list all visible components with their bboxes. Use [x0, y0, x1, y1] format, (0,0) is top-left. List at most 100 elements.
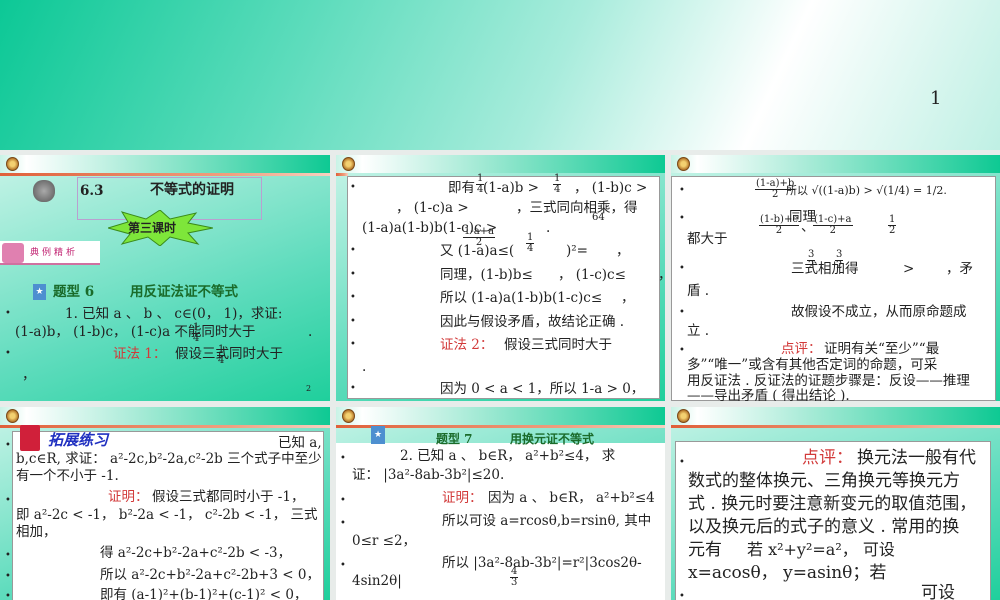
page-number: 1 [930, 88, 942, 109]
text: 以及换元后的式子的意义 . 常用的换 [688, 517, 960, 537]
text: > [903, 261, 915, 277]
text: 有一个不小于 -1. [16, 468, 119, 484]
text: 元有 [688, 540, 722, 560]
text: ， [658, 267, 665, 283]
text: 用反证法 . 反证法的证题步骤是：反设——推理 [687, 373, 970, 389]
slide-number: 2 [306, 384, 312, 393]
bullet: • [340, 453, 346, 464]
logo-icon [677, 409, 690, 423]
bullet: • [350, 245, 356, 256]
text: 因为 0 < a < 1，所以 1-a > 0， [440, 381, 645, 397]
bullet: • [350, 339, 356, 350]
text: 所以 a²-2c+b²-2a+c²-2b+3 < 0， [100, 567, 320, 583]
text: 已知 a, [278, 435, 322, 451]
text: 三式相加得 [791, 261, 859, 277]
text: ，三式同向相乘，得 [516, 200, 638, 216]
period: . [308, 324, 313, 340]
comment-label: 点评： [781, 341, 822, 357]
star-icon: ★ [371, 426, 385, 444]
text: 因此与假设矛盾，故结论正确 . [440, 314, 625, 330]
bullet: • [5, 591, 11, 600]
bullet: • [679, 185, 685, 196]
text: 得 a²-2c+b²-2a+c²-2b < -3， [100, 545, 292, 561]
bullet: • [5, 308, 11, 319]
text: 所以 |3a²-8ab-3b²|=r²|3cos2θ- [442, 555, 642, 571]
text: . [362, 359, 367, 375]
proof-label: 证法 1： [113, 346, 167, 362]
text: 所以 (1-a)a(1-b)b(1-c)c≤ [440, 290, 603, 306]
bullet: • [340, 495, 346, 506]
bullet: • [340, 560, 346, 571]
section-number: 6.3 [80, 183, 104, 199]
bullet: • [679, 457, 685, 468]
problem-type: 题型 7 [436, 432, 473, 446]
slide-header [0, 155, 330, 173]
text: 同理，(1-b)b≤ [440, 267, 533, 283]
text: ， (1-b)c > [574, 180, 648, 196]
bullet: • [679, 591, 685, 600]
text: 多”“唯一”或含有其他否定词的命题，可采 [687, 357, 938, 373]
problem-type: 题型 6 [53, 284, 95, 300]
text: 即 a²-2c < -1， b²-2a < -1， c²-2b < -1， 三式 [16, 507, 318, 523]
lesson-label: 第三课时 [128, 221, 177, 235]
text: 证： |3a²-8ab-3b²|≤20. [352, 467, 505, 483]
slide-thumbnail-6[interactable]: ★ 题型 7 用换元证不等式 • 2. 已知 a 、 b∈R， a²+b²≤4，… [336, 407, 665, 600]
problem-text: (1-a)b， (1-b)c， (1-c)a 不能同时大于 [15, 324, 256, 340]
text: ， [616, 243, 630, 259]
section-banner: 典例精析 [0, 241, 100, 265]
bullet: • [350, 269, 356, 280]
bullet: • [679, 345, 685, 356]
slide-thumbnail-7[interactable]: • 点评： 换元法一般有代 数式的整体换元、三角换元等换元方 式 . 换元时要注… [671, 407, 1000, 600]
fraction-den: 2 [775, 225, 783, 236]
text: 所以可设 a=rcosθ,b=rsinθ, 其中 [442, 513, 652, 529]
bullet: • [5, 550, 11, 561]
text: 即有 (a-1)²+(b-1)²+(c-1)² < 0， [100, 587, 308, 600]
text: ——导出矛盾 ( 得出结论 ). [687, 388, 850, 401]
text: 2. 已知 a 、 b∈R， a²+b²≤4， 求 [400, 448, 616, 464]
text: 4sin2θ| [352, 573, 402, 589]
fraction-den: 3 [511, 577, 518, 588]
apple-icon [33, 180, 55, 202]
logo-icon [6, 157, 19, 171]
text: 0≤r ≤2， [352, 533, 417, 549]
slide-thumbnail-3[interactable]: • 即有 14 (1-a)b > 14 ， (1-b)c > ， (1-c)a … [336, 155, 665, 401]
bullet: • [350, 182, 356, 193]
bullet: • [5, 495, 11, 506]
text: 64 [592, 212, 605, 223]
proof-label: 证法 2： [440, 337, 494, 353]
text: 相加， [16, 524, 57, 540]
text: 可设 [921, 583, 955, 600]
text: 数式的整体换元、三角换元等换元方 [688, 471, 960, 491]
slide-thumbnail-5[interactable]: • 拓展练习 已知 a, b,c∈R, 求证： a²-2c,b²-2a,c²-2… [0, 407, 330, 600]
text: ，矛 [946, 261, 973, 277]
slide-title: 不等式的证明 [150, 182, 234, 198]
problem-text: 1. 已知 a 、 b 、 c∈(0， 1)，求证: [65, 306, 283, 322]
bullet: • [340, 518, 346, 529]
text: 都大于 [687, 231, 728, 247]
slide-header [336, 155, 665, 173]
slide-thumbnail-4[interactable]: • (1-a)+b 2 所以 √((1-a)b) > √(1/4) = 1/2. … [671, 155, 1000, 401]
bullet: • [679, 213, 685, 224]
text: 盾 . [687, 283, 710, 299]
text: ， (1-c)c≤ [558, 267, 626, 283]
fraction-den: 2 [771, 189, 779, 200]
text: 因为 a 、 b∈R， a²+b²≤4 [488, 490, 655, 506]
slide-header [671, 155, 1000, 173]
text: (1-a)b > [483, 180, 539, 196]
text: 假设三式都同时小于 -1， [152, 489, 305, 505]
divider [671, 425, 1000, 428]
divider [0, 173, 330, 176]
text: 即有 [448, 180, 475, 196]
slide-thumbnail-2[interactable]: 6.3 不等式的证明 第三课时 典例精析 ★ 题型 6 用反证法证不等式 • 1… [0, 155, 330, 401]
star-icon: ★ [33, 284, 46, 300]
text: 换元法一般有代 [857, 448, 976, 468]
logo-icon [6, 409, 19, 423]
fraction-den: 4 [218, 355, 225, 366]
slide-header [671, 407, 1000, 425]
book-icon [20, 425, 40, 451]
bullet: • [350, 316, 356, 327]
slide-header [0, 407, 330, 425]
text: 证明有关“至少”“最 [824, 341, 940, 357]
proof-label: 证明： [442, 490, 483, 506]
text: 立 . [687, 323, 710, 339]
